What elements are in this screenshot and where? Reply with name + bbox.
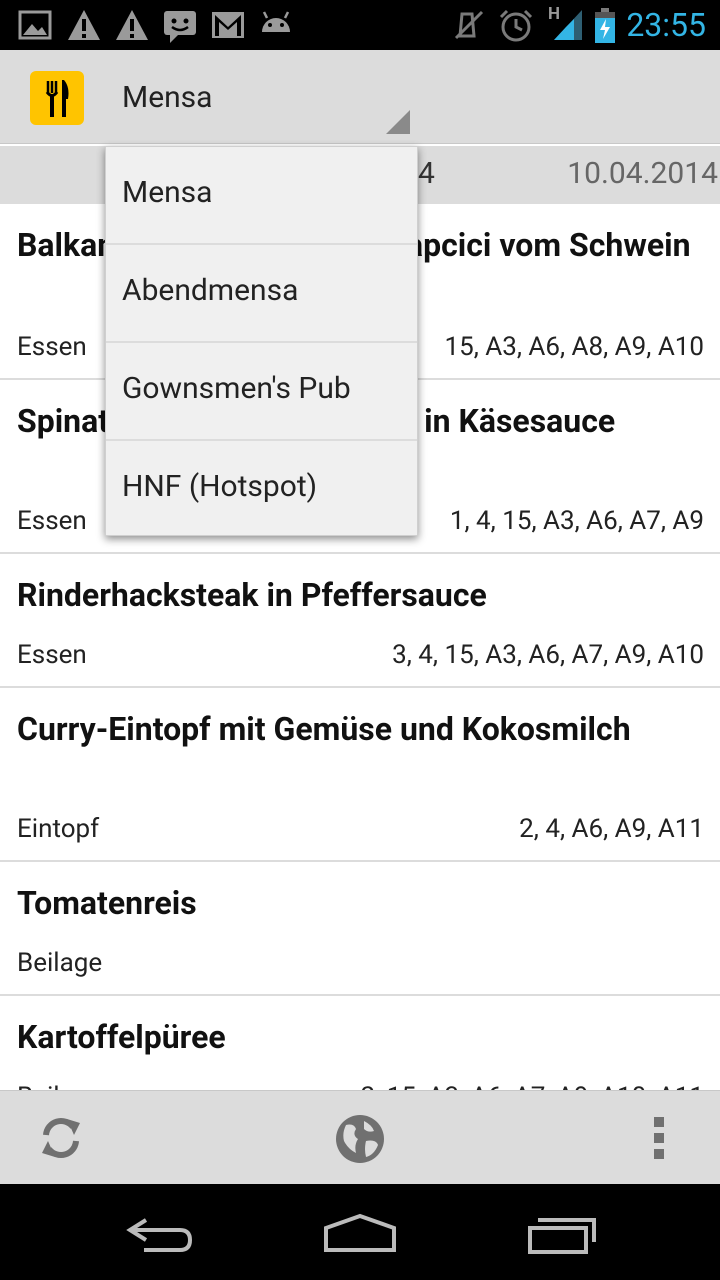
list-item[interactable]: Tomatenreis Beilage xyxy=(0,862,720,996)
app-icon[interactable] xyxy=(30,71,84,125)
meal-name: Tomatenreis xyxy=(17,884,197,922)
warning-icon xyxy=(68,10,100,40)
meal-name: Kartoffelpüree xyxy=(17,1018,226,1056)
status-bar: H 23:55 xyxy=(0,0,720,50)
status-time: 23:55 xyxy=(626,6,706,44)
fork-knife-icon xyxy=(45,80,69,117)
overflow-menu-icon[interactable] xyxy=(648,1113,672,1163)
warning-icon xyxy=(116,10,148,40)
venue-dropdown: Mensa Abendmensa Gownsmen's Pub HNF (Hot… xyxy=(105,146,418,536)
meal-category: Essen xyxy=(17,640,87,670)
android-icon xyxy=(262,11,290,32)
meal-category: Beilage xyxy=(17,1082,102,1090)
list-item[interactable]: Rinderhacksteak in Pfeffersauce Essen 3,… xyxy=(0,554,720,688)
mute-icon xyxy=(454,10,484,40)
spinner-dropdown-indicator xyxy=(386,110,410,134)
day-label: 4 xyxy=(418,156,435,191)
dropdown-option-mensa[interactable]: Mensa xyxy=(106,147,417,245)
chat-icon xyxy=(164,11,196,43)
dropdown-option-hnf-hotspot[interactable]: HNF (Hotspot) xyxy=(106,441,417,539)
gmail-icon xyxy=(212,12,244,38)
meal-category: Beilage xyxy=(17,948,103,978)
spinner-selected-label: Mensa xyxy=(122,80,213,115)
battery-icon xyxy=(595,8,615,43)
globe-icon[interactable] xyxy=(334,1113,386,1165)
meal-additives: 1, 4, 15, A3, A6, A7, A9 xyxy=(449,506,704,536)
meal-category: Essen xyxy=(17,506,87,536)
dropdown-option-label: Abendmensa xyxy=(122,273,299,308)
meal-category: Essen xyxy=(17,332,87,362)
home-icon[interactable] xyxy=(322,1212,398,1256)
bottom-action-bar xyxy=(0,1090,720,1184)
dropdown-option-gownsmens-pub[interactable]: Gownsmen's Pub xyxy=(106,343,417,441)
alarm-icon xyxy=(499,9,533,42)
back-icon[interactable] xyxy=(124,1212,196,1256)
action-bar: Mensa xyxy=(0,50,720,144)
navigation-bar xyxy=(0,1184,720,1280)
date-label: 10.04.2014 xyxy=(567,156,718,191)
meal-additives: 2, 15, A3, A6, A7, A9, A10, A11 xyxy=(361,1082,704,1090)
meal-additives: 3, 4, 15, A3, A6, A7, A9, A10 xyxy=(392,640,704,670)
list-item[interactable]: Curry-Eintopf mit Gemüse und Kokosmilch … xyxy=(0,688,720,862)
recent-apps-icon[interactable] xyxy=(526,1212,600,1256)
meal-name: Curry-Eintopf mit Gemüse und Kokosmilch xyxy=(17,710,631,748)
dropdown-option-label: Mensa xyxy=(122,175,213,210)
venue-spinner[interactable]: Mensa xyxy=(105,50,418,144)
dropdown-option-abendmensa[interactable]: Abendmensa xyxy=(106,245,417,343)
image-icon xyxy=(18,10,52,40)
meal-name: Rinderhacksteak in Pfeffersauce xyxy=(17,576,487,614)
meal-category: Eintopf xyxy=(17,814,100,844)
refresh-icon[interactable] xyxy=(36,1113,86,1163)
signal-icon xyxy=(554,10,582,40)
dropdown-option-label: Gownsmen's Pub xyxy=(122,371,351,406)
meal-additives: 2, 4, A6, A9, A11 xyxy=(519,814,704,844)
list-item[interactable]: Kartoffelpüree Beilage 2, 15, A3, A6, A7… xyxy=(0,996,720,1090)
meal-additives: 15, A3, A6, A8, A9, A10 xyxy=(444,332,704,362)
dropdown-option-label: HNF (Hotspot) xyxy=(122,469,318,504)
